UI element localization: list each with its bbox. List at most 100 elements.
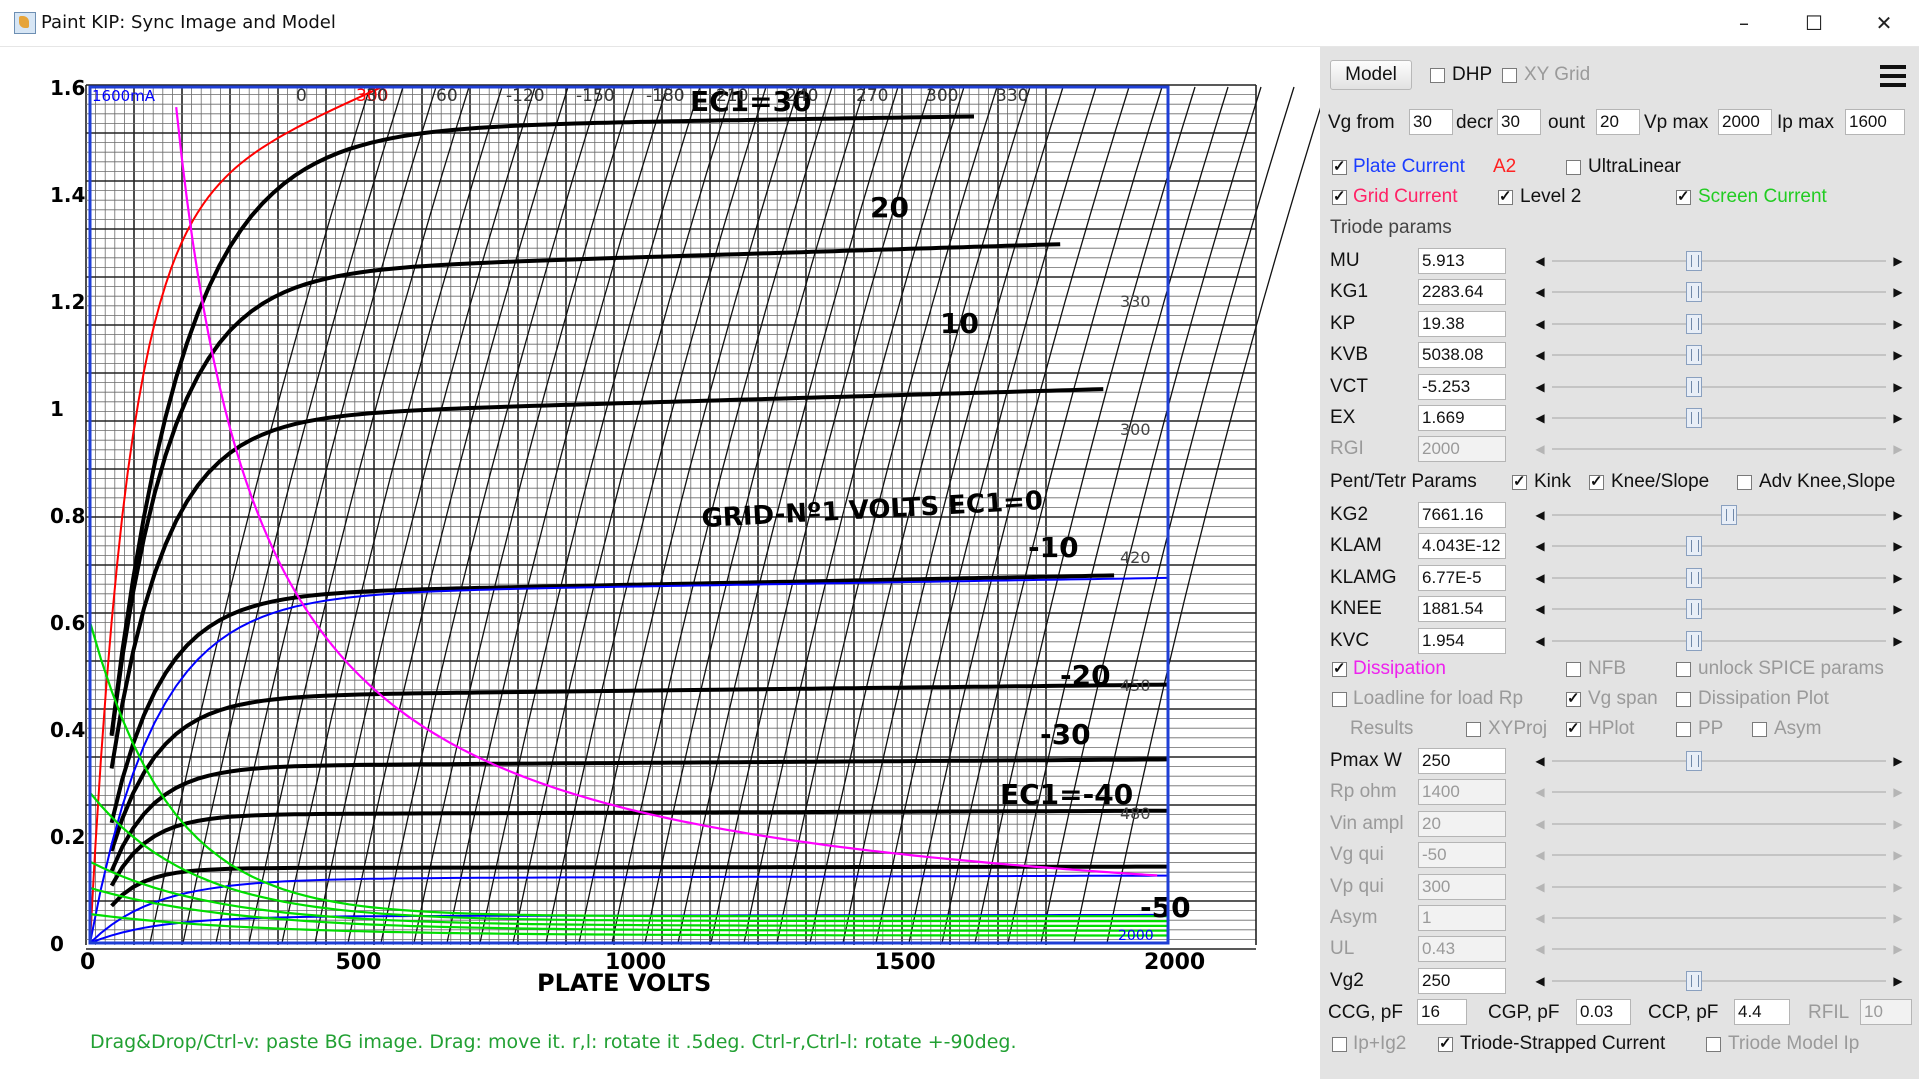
ccg-field[interactable]: 16 <box>1417 999 1467 1025</box>
slider-left-arrow-icon[interactable]: ◀ <box>1530 937 1550 961</box>
slider-right-arrow-icon[interactable]: ▶ <box>1888 343 1908 367</box>
param-slider-ul[interactable]: ◀ ▶ <box>1530 937 1908 961</box>
unlock-spice-checkbox[interactable] <box>1676 662 1691 677</box>
param-field-kvb[interactable]: 5038.08 <box>1418 342 1506 369</box>
param-field-vct[interactable]: -5.253 <box>1418 373 1506 400</box>
slider-left-arrow-icon[interactable]: ◀ <box>1530 629 1550 653</box>
asym-checkbox[interactable] <box>1752 722 1767 737</box>
slider-right-arrow-icon[interactable]: ▶ <box>1888 249 1908 273</box>
param-slider-pmax-w[interactable]: ◀ ▶ <box>1530 749 1908 773</box>
param-slider-asym[interactable]: ◀ ▶ <box>1530 906 1908 930</box>
param-field-kg1[interactable]: 2283.64 <box>1418 279 1506 306</box>
param-field-pmax-w[interactable]: 250 <box>1418 748 1506 774</box>
param-field-knee[interactable]: 1881.54 <box>1418 596 1506 623</box>
param-slider-mu[interactable]: ◀ ▶ <box>1530 249 1908 273</box>
slider-right-arrow-icon[interactable]: ▶ <box>1888 312 1908 336</box>
slider-left-arrow-icon[interactable]: ◀ <box>1530 843 1550 867</box>
ultralinear-checkbox[interactable] <box>1566 160 1581 175</box>
param-slider-rgi[interactable]: ◀ ▶ <box>1530 437 1908 461</box>
slider-thumb[interactable] <box>1685 970 1702 991</box>
dissipation-checkbox[interactable] <box>1332 659 1347 677</box>
param-field-mu[interactable]: 5.913 <box>1418 248 1506 274</box>
slider-left-arrow-icon[interactable]: ◀ <box>1530 906 1550 930</box>
slider-thumb[interactable] <box>1685 345 1702 366</box>
param-slider-kg2[interactable]: ◀ ▶ <box>1530 503 1908 527</box>
param-slider-knee[interactable]: ◀ ▶ <box>1530 597 1908 621</box>
slider-right-arrow-icon[interactable]: ▶ <box>1888 937 1908 961</box>
param-field-vg2[interactable]: 250 <box>1418 967 1506 994</box>
param-field-rgi[interactable]: 2000 <box>1418 436 1506 463</box>
param-field-vin-ampl[interactable]: 20 <box>1418 810 1506 837</box>
param-slider-vg2[interactable]: ◀ ▶ <box>1530 969 1908 993</box>
slider-left-arrow-icon[interactable]: ◀ <box>1530 437 1550 461</box>
param-field-ul[interactable]: 0.43 <box>1418 936 1506 963</box>
slider-left-arrow-icon[interactable]: ◀ <box>1530 780 1550 804</box>
vg-span-checkbox[interactable] <box>1566 689 1581 707</box>
vp-max-field[interactable]: 2000 <box>1718 109 1772 135</box>
slider-thumb[interactable] <box>1685 536 1702 557</box>
dhp-checkbox[interactable] <box>1430 68 1445 83</box>
minimize-button[interactable]: – <box>1712 6 1776 40</box>
slider-right-arrow-icon[interactable]: ▶ <box>1888 875 1908 899</box>
slider-left-arrow-icon[interactable]: ◀ <box>1530 503 1550 527</box>
param-field-klamg[interactable]: 6.77E-5 <box>1418 564 1506 591</box>
slider-right-arrow-icon[interactable]: ▶ <box>1888 566 1908 590</box>
param-slider-vg-qui[interactable]: ◀ ▶ <box>1530 843 1908 867</box>
vg-from-field[interactable]: 30 <box>1409 109 1453 135</box>
param-slider-kp[interactable]: ◀ ▶ <box>1530 312 1908 336</box>
param-field-kvc[interactable]: 1.954 <box>1418 627 1506 654</box>
kink-checkbox[interactable] <box>1512 472 1527 490</box>
rfil-field[interactable]: 10 <box>1860 999 1912 1025</box>
slider-left-arrow-icon[interactable]: ◀ <box>1530 534 1550 558</box>
slider-thumb[interactable] <box>1685 282 1702 303</box>
slider-left-arrow-icon[interactable]: ◀ <box>1530 969 1550 993</box>
slider-thumb[interactable] <box>1685 376 1702 397</box>
param-field-klam[interactable]: 4.043E-12 <box>1418 533 1506 560</box>
slider-right-arrow-icon[interactable]: ▶ <box>1888 780 1908 804</box>
param-field-vg-qui[interactable]: -50 <box>1418 842 1506 869</box>
slider-thumb[interactable] <box>1685 630 1702 651</box>
xy-grid-checkbox[interactable] <box>1502 68 1517 83</box>
slider-right-arrow-icon[interactable]: ▶ <box>1888 406 1908 430</box>
screen-current-checkbox[interactable] <box>1676 187 1691 205</box>
slider-right-arrow-icon[interactable]: ▶ <box>1888 503 1908 527</box>
hamburger-menu-icon[interactable] <box>1875 59 1911 93</box>
param-slider-vct[interactable]: ◀ ▶ <box>1530 375 1908 399</box>
param-slider-kvc[interactable]: ◀ ▶ <box>1530 629 1908 653</box>
param-slider-ex[interactable]: ◀ ▶ <box>1530 406 1908 430</box>
slider-left-arrow-icon[interactable]: ◀ <box>1530 566 1550 590</box>
slider-right-arrow-icon[interactable]: ▶ <box>1888 280 1908 304</box>
slider-left-arrow-icon[interactable]: ◀ <box>1530 875 1550 899</box>
param-slider-vp-qui[interactable]: ◀ ▶ <box>1530 875 1908 899</box>
cgp-field[interactable]: 0.03 <box>1576 999 1631 1025</box>
slider-left-arrow-icon[interactable]: ◀ <box>1530 375 1550 399</box>
model-button[interactable]: Model <box>1330 60 1412 90</box>
slider-thumb[interactable] <box>1685 751 1702 771</box>
triode-model-ip-checkbox[interactable] <box>1706 1037 1721 1052</box>
slider-left-arrow-icon[interactable]: ◀ <box>1530 406 1550 430</box>
slider-left-arrow-icon[interactable]: ◀ <box>1530 343 1550 367</box>
nfb-checkbox[interactable] <box>1566 662 1581 677</box>
slider-left-arrow-icon[interactable]: ◀ <box>1530 749 1550 773</box>
adv-knee-slope-checkbox[interactable] <box>1737 475 1752 490</box>
slider-right-arrow-icon[interactable]: ▶ <box>1888 629 1908 653</box>
slider-left-arrow-icon[interactable]: ◀ <box>1530 280 1550 304</box>
count-field[interactable]: 20 <box>1596 109 1640 135</box>
param-slider-rp-ohm[interactable]: ◀ ▶ <box>1530 780 1908 804</box>
slider-thumb[interactable] <box>1685 251 1702 271</box>
slider-thumb[interactable] <box>1685 567 1702 588</box>
param-slider-klamg[interactable]: ◀ ▶ <box>1530 566 1908 590</box>
slider-right-arrow-icon[interactable]: ▶ <box>1888 749 1908 773</box>
slider-right-arrow-icon[interactable]: ▶ <box>1888 534 1908 558</box>
decr-field[interactable]: 30 <box>1497 109 1541 135</box>
param-slider-kg1[interactable]: ◀ ▶ <box>1530 280 1908 304</box>
knee-slope-checkbox[interactable] <box>1589 472 1604 490</box>
param-slider-vin-ampl[interactable]: ◀ ▶ <box>1530 812 1908 836</box>
ip-ig2-checkbox[interactable] <box>1332 1037 1347 1052</box>
plot-canvas[interactable]: EC1=302010-10-20-30EC1=-40-50GRID-Nº1 VO… <box>0 47 1320 1027</box>
param-field-kp[interactable]: 19.38 <box>1418 310 1506 337</box>
plate-current-checkbox[interactable] <box>1332 157 1347 175</box>
xyproj-checkbox[interactable] <box>1466 722 1481 737</box>
slider-right-arrow-icon[interactable]: ▶ <box>1888 812 1908 836</box>
grid-current-checkbox[interactable] <box>1332 187 1347 205</box>
